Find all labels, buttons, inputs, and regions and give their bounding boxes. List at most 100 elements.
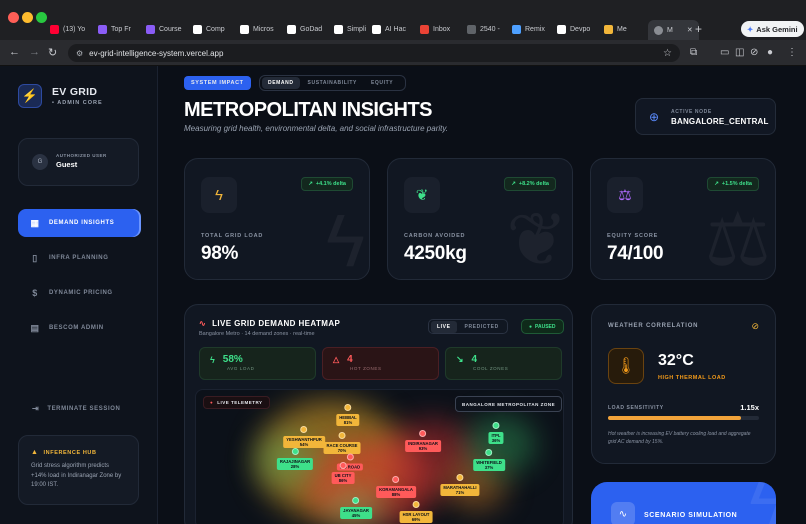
favicon-icon [146, 24, 155, 34]
ask-gemini-button[interactable]: ✦ Ask Gemini [741, 21, 804, 37]
zone-label: YESHWANTHPUR 54% [283, 435, 325, 449]
app: ⚡ EV GRID • ADMIN CORE G AUTHORIZED USER… [0, 66, 806, 524]
bookmark-star-icon[interactable]: ☆ [663, 48, 672, 59]
delta-badge: ↗ +8.2% delta [504, 177, 556, 191]
zone-marker[interactable]: HEBBAL 81% [336, 403, 360, 427]
browser-tab[interactable]: Micros [240, 20, 274, 38]
new-tab-button[interactable]: + [695, 22, 702, 36]
browser-tab[interactable]: Me [604, 20, 627, 38]
lightning-logo-icon: ⚡ [18, 84, 42, 108]
zone-dot [338, 431, 346, 439]
maximize-window-button[interactable] [36, 12, 47, 23]
kpi-hot-zones: △ 4 HOT ZONES [322, 347, 439, 380]
zone-label: JAYANAGAR 45% [340, 506, 372, 520]
menu-dots-icon[interactable]: ⋮ [787, 47, 797, 58]
browser-tab[interactable]: 2540 - [467, 20, 500, 38]
zone-marker[interactable]: WHITEFIELD 37% [473, 448, 505, 472]
trend-up-icon: ↗ [714, 181, 719, 187]
browser-tab[interactable]: GoDad [287, 20, 322, 38]
user-caption: AUTHORIZED USER [56, 153, 107, 158]
favicon-icon [467, 24, 476, 34]
browser-tab[interactable]: Comp [193, 20, 225, 38]
inference-hub: ▲ INFERENCE HUB Grid stress algorithm pr… [18, 435, 139, 505]
zone-marker[interactable]: RACE COURSE 70% [323, 431, 361, 455]
cast-icon[interactable]: ▭ [720, 47, 729, 58]
extensions-icon[interactable]: ⧉ [690, 47, 697, 58]
zone-dot [346, 453, 354, 461]
zone-tag: BANGALORE METROPOLITAN ZONE [455, 396, 563, 412]
live-button[interactable]: LIVE [431, 320, 457, 333]
main-content: SYSTEM IMPACT DEMAND SUSTAINABILITY EQUI… [158, 66, 806, 524]
update-icon[interactable]: ⊘ [750, 47, 758, 58]
terminate-session-button[interactable]: ⇥ TERMINATE SESSION [32, 404, 120, 413]
zone-marker[interactable]: RAJAJINAGAR 28% [276, 447, 314, 471]
browser-tabstrip: (13) Yo Top Fr Course Comp Micros GoDad Simpli… [0, 0, 806, 40]
browser-tab-active[interactable]: M ✕ [648, 20, 699, 40]
scenario-simulation-button[interactable]: ϟ ∿ SCENARIO SIMULATION [591, 482, 776, 524]
close-window-button[interactable] [8, 12, 19, 23]
lightning-icon: ϟ [201, 177, 237, 213]
browser-tab[interactable]: Inbox [420, 20, 450, 38]
warning-icon: △ [333, 355, 340, 364]
trend-up-icon: ↗ [511, 181, 516, 187]
browser-tab[interactable]: (13) Yo [50, 20, 85, 38]
url-text: ev-grid-intelligence-system.vercel.app [89, 48, 224, 58]
favicon-icon [372, 24, 381, 34]
browser-tab[interactable]: Course [146, 20, 182, 38]
zone-marker[interactable]: KORAMANGALA 88% [376, 475, 416, 499]
browser-tab[interactable]: Simpli [334, 20, 366, 38]
leaf-icon: ❦ [404, 177, 440, 213]
browser-tab[interactable]: AI Hac [372, 20, 406, 38]
sidebar-item-infra-planning[interactable]: ▯ INFRA PLANNING [18, 244, 139, 272]
zone-dot [492, 421, 500, 429]
site-info-icon[interactable]: ⚙ [76, 49, 83, 58]
sidebar-icon[interactable]: ◫ [735, 47, 744, 58]
zone-marker[interactable]: JAYANAGAR 45% [340, 496, 372, 520]
live-dot-icon: ● [210, 400, 214, 405]
zone-marker[interactable]: YESHWANTHPUR 54% [283, 425, 325, 449]
zone-marker[interactable]: UB CITY 86% [331, 461, 355, 485]
trend-up-icon: ↗ [308, 181, 313, 187]
thermal-label: HIGH THERMAL LOAD [658, 375, 726, 381]
thermometer-icon: 🌡 [608, 348, 644, 384]
zone-label: RAJAJINAGAR 28% [276, 457, 314, 471]
weather-note: Hot weather is increasing EV battery coo… [608, 431, 751, 445]
tab-sustainability[interactable]: SUSTAINABILITY [302, 77, 363, 89]
zone-dot [412, 500, 420, 508]
scale-watermark-icon: ⚖ [704, 198, 771, 280]
address-bar[interactable]: ⚙ ev-grid-intelligence-system.vercel.app… [68, 44, 680, 62]
browser-tab[interactable]: Devpo [557, 20, 590, 38]
close-tab-icon[interactable]: ✕ [687, 26, 693, 34]
zone-marker[interactable]: HSR LAYOUT 69% [399, 500, 433, 524]
heatmap-map[interactable]: ● LIVE TELEMETRY BANGALORE METROPOLITAN … [195, 389, 564, 524]
zone-marker[interactable]: INDIRANAGAR 93% [405, 429, 441, 453]
eye-off-icon[interactable]: ⊘ [751, 321, 759, 332]
browser-tab[interactable]: Remix [512, 20, 545, 38]
forward-button[interactable]: → [29, 46, 40, 58]
paused-button[interactable]: ● PAUSED [521, 319, 564, 334]
stat-card-grid-load: ϟ ↗ +4.1% delta TOTAL GRID LOAD 98% ϟ [184, 158, 370, 280]
sidebar-item-demand-insights[interactable]: ▦ DEMAND INSIGHTS [18, 209, 139, 237]
system-impact-badge: SYSTEM IMPACT [184, 76, 251, 90]
reload-button[interactable]: ↻ [48, 46, 57, 59]
lightning-watermark-icon: ϟ [325, 199, 365, 280]
scrollbar[interactable] [800, 66, 806, 524]
favicon-icon [193, 24, 202, 34]
zone-label: KORAMANGALA 88% [376, 485, 416, 499]
sidebar-item-dynamic-pricing[interactable]: $ DYNAMIC PRICING [18, 279, 139, 307]
sensitivity-bar-fill [608, 416, 741, 420]
predicted-button[interactable]: PREDICTED [459, 321, 505, 333]
zone-marker[interactable]: ITPL 36% [488, 421, 504, 445]
back-button[interactable]: ← [9, 46, 20, 58]
zone-marker[interactable]: MARATHAHALLI 71% [440, 473, 480, 497]
pulse-icon: ∿ [199, 319, 207, 328]
profile-icon[interactable]: ● [767, 47, 773, 58]
stat-card-equity: ⚖ ↗ +1.5% delta EQUITY SCORE 74/100 ⚖ [590, 158, 776, 280]
browser-tab[interactable]: Top Fr [98, 20, 131, 38]
sidebar-item-bescom-admin[interactable]: ▤ BESCOM ADMIN [18, 314, 139, 342]
page-subtitle: Measuring grid health, environmental del… [184, 124, 448, 133]
zone-dot [456, 473, 464, 481]
tab-equity[interactable]: EQUITY [365, 77, 399, 89]
minimize-window-button[interactable] [22, 12, 33, 23]
tab-demand[interactable]: DEMAND [262, 77, 300, 89]
